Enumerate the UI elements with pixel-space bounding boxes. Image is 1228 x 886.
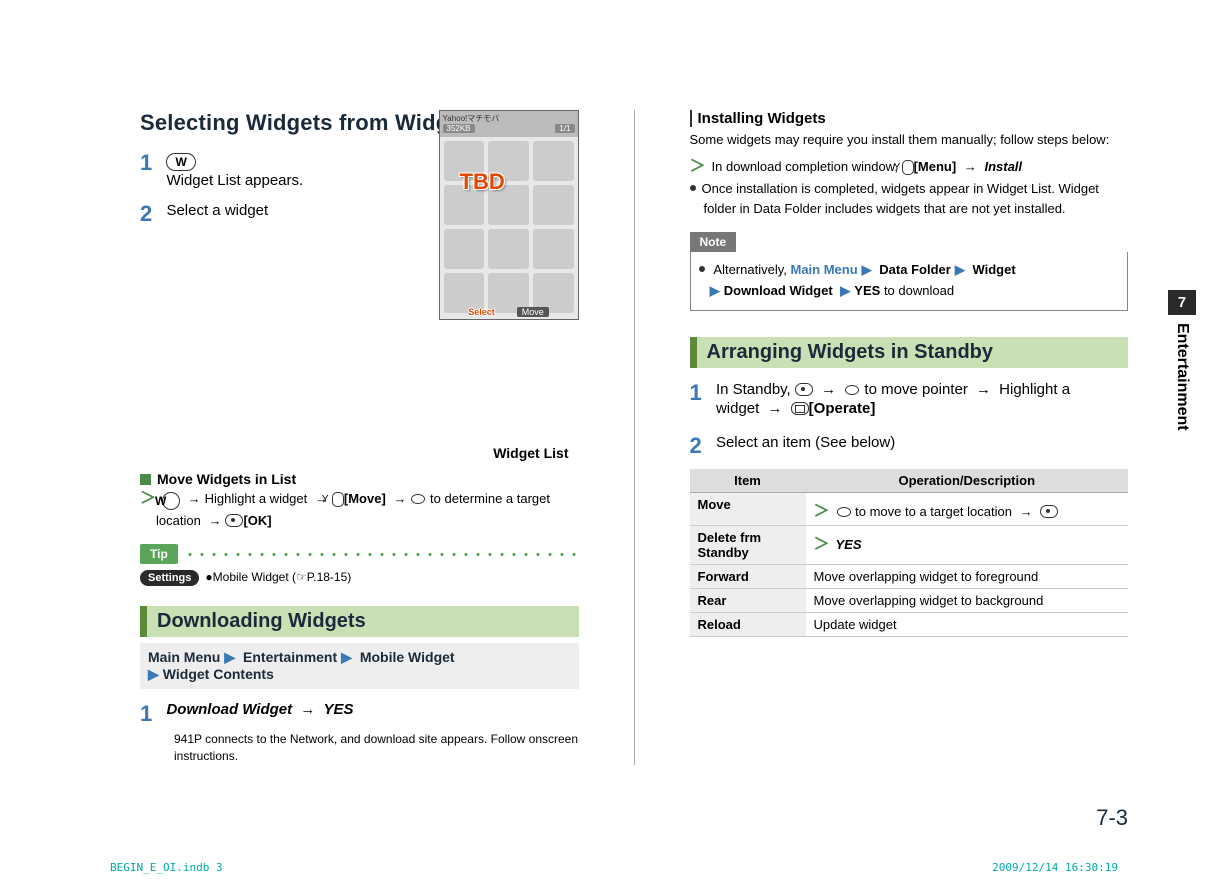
screenshot-page: 1/1 <box>555 124 574 133</box>
step-number: 1 <box>140 150 162 176</box>
center-key-icon <box>1040 505 1058 518</box>
arrange-step-1: 1 In Standby, → to move pointer → Highli… <box>690 380 1129 419</box>
bullet-icon <box>699 266 705 272</box>
chevron-icon: ＞ <box>814 536 830 553</box>
center-key-icon <box>795 383 813 396</box>
table-row: Forward Move overlapping widget to foreg… <box>690 564 1129 588</box>
tip-bar: Tip <box>140 544 579 564</box>
triangle-icon: ▶ <box>862 262 872 277</box>
chapter-label: Entertainment <box>1173 315 1191 439</box>
download-step-1: 1 Download Widget → YES 941P connects to… <box>140 701 579 765</box>
table-row: Move ＞ to move to a target location → <box>690 492 1129 525</box>
step-number: 2 <box>690 433 712 459</box>
step1-text: Widget List appears. <box>166 172 303 189</box>
bullet-icon <box>690 185 696 191</box>
settings-line: Settings●Mobile Widget (☞P.18-15) <box>140 570 579 586</box>
widget-key-icon: W <box>162 492 180 510</box>
install-bullet: Once installation is completed, widgets … <box>690 179 1129 218</box>
step-number: 1 <box>690 380 712 406</box>
dots-decoration <box>184 553 579 556</box>
screenshot-move-label: Move <box>517 307 549 317</box>
triangle-icon: ▶ <box>710 283 720 298</box>
note-box: Alternatively, Main Menu▶ Data Folder▶ W… <box>690 252 1129 311</box>
footer-right: 2009/12/14 16:30:19 <box>992 861 1118 874</box>
navpad-icon <box>844 384 860 396</box>
left-column: Selecting Widgets from Widget List 1 W W… <box>140 110 579 765</box>
step-number: 1 <box>140 701 162 727</box>
triangle-icon: ▶ <box>840 283 850 298</box>
triangle-icon: ▶ <box>341 649 352 665</box>
operations-table: Item Operation/Description Move ＞ to mov… <box>690 469 1129 637</box>
widget-key-icon: W <box>166 153 195 171</box>
chevron-icon: ＞ <box>814 503 830 520</box>
breadcrumb: Main Menu▶ Entertainment▶ Mobile Widget … <box>140 643 579 689</box>
install-flow: ＞In download completion window, Y[Menu] … <box>690 155 1129 179</box>
table-row: Delete frm Standby ＞YES <box>690 525 1129 564</box>
right-column: Installing Widgets Some widgets may requ… <box>690 110 1129 765</box>
screenshot-select-label: Select <box>468 307 495 317</box>
center-key-icon <box>225 514 243 527</box>
triangle-icon: ▶ <box>955 262 965 277</box>
page-number: 7-3 <box>1096 805 1128 831</box>
step2-text: Select a widget <box>166 201 268 221</box>
table-header-item: Item <box>690 469 806 493</box>
table-row: Rear Move overlapping widget to backgrou… <box>690 588 1129 612</box>
navpad-icon <box>410 493 426 505</box>
settings-tag: Settings <box>140 570 199 586</box>
chapter-number: 7 <box>1168 290 1196 315</box>
heading-installing: Installing Widgets <box>690 110 1129 127</box>
footer-left: BEGIN_E_OI.indb 3 <box>110 861 223 874</box>
square-bullet-icon <box>140 474 151 485</box>
widget-list-screenshot: Yahoo!マチモバ 352KB 1/1 TBD Select Move <box>439 110 579 320</box>
triangle-icon: ▶ <box>148 666 159 682</box>
screenshot-title: Yahoo!マチモバ <box>440 111 578 124</box>
navpad-icon <box>836 506 852 518</box>
move-widgets-heading: Move Widgets in List <box>140 471 579 487</box>
chevron-icon: ＞ <box>140 490 156 507</box>
install-intro: Some widgets may require you install the… <box>690 131 1129 149</box>
y-key-icon: Y <box>332 492 344 507</box>
column-divider <box>634 110 635 765</box>
download-subtext: 941P connects to the Network, and downlo… <box>174 731 579 765</box>
y-key-icon: Y <box>902 160 914 175</box>
heading-downloading: Downloading Widgets <box>140 606 579 637</box>
tbd-overlay: TBD <box>460 169 505 195</box>
table-row: Reload Update widget <box>690 612 1129 636</box>
screenshot-caption: Widget List <box>140 445 569 461</box>
tip-tag: Tip <box>140 544 178 564</box>
screenshot-size: 352KB <box>443 124 475 133</box>
table-header-op: Operation/Description <box>806 469 1129 493</box>
triangle-icon: ▶ <box>224 649 235 665</box>
side-tab: 7 Entertainment <box>1168 290 1196 439</box>
move-widgets-flow: ＞W →Highlight a widget →Y[Move] → to det… <box>140 487 579 531</box>
heading-arranging: Arranging Widgets in Standby <box>690 337 1129 368</box>
note-tag: Note <box>690 232 737 252</box>
step-number: 2 <box>140 201 162 227</box>
chevron-icon: ＞ <box>690 158 706 175</box>
mail-key-icon <box>791 402 809 415</box>
arrange-step-2: 2 Select an item (See below) <box>690 433 1129 459</box>
